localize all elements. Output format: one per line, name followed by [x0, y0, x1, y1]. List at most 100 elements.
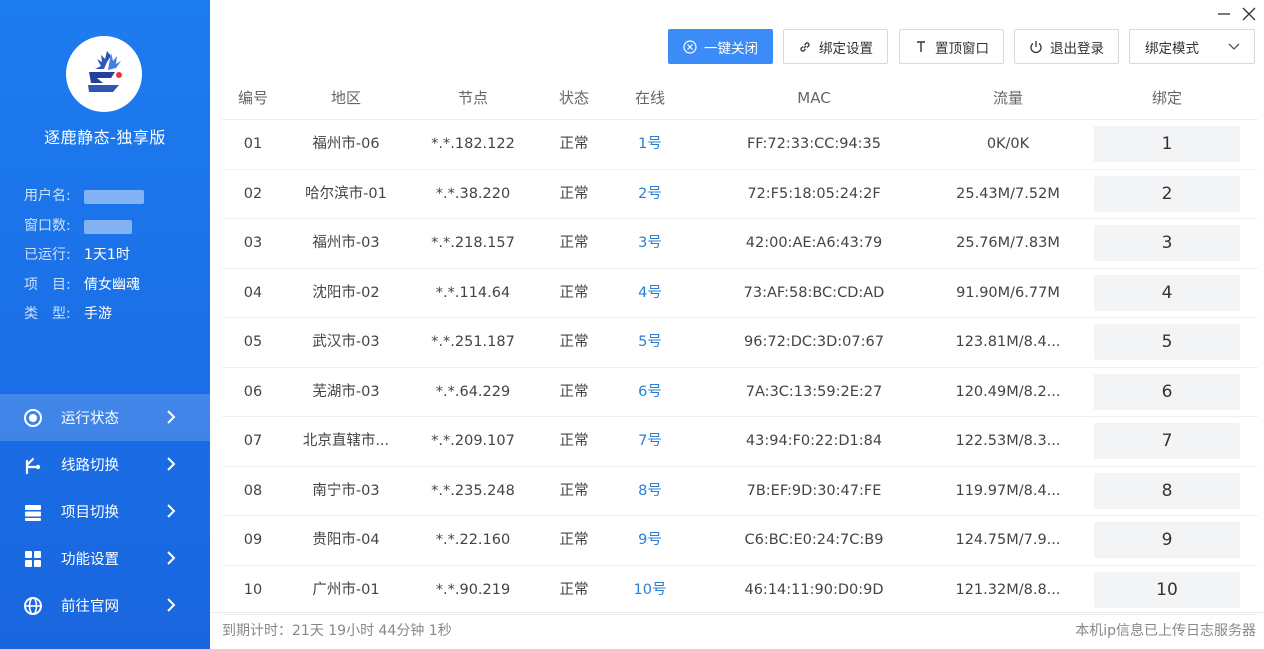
header-id: 编号 [237, 89, 268, 107]
close-circle-icon [683, 39, 697, 54]
cell-traffic: 0K/0K [986, 136, 1030, 152]
cell-online[interactable]: 6号 [610, 368, 690, 417]
header-mac: MAC [797, 89, 831, 107]
cell-online[interactable]: 7号 [610, 417, 690, 466]
bind-input[interactable]: 10 [1094, 571, 1240, 608]
cell-node: *.*.22.160 [435, 532, 511, 548]
bind-input[interactable]: 4 [1094, 274, 1240, 311]
project-value: 倩女幽魂 [84, 276, 140, 293]
header-traffic: 流量 [992, 89, 1023, 107]
cell-traffic: 119.97M/8.4... [955, 482, 1061, 499]
expiry-timer: 到期计时：21天 19小时 44分钟 1秒 [222, 623, 452, 639]
bind-input[interactable]: 6 [1094, 373, 1240, 410]
cell-region: 贵阳市-04 [312, 532, 380, 548]
cell-node: *.*.209.107 [431, 433, 515, 449]
type-value: 手游 [84, 306, 112, 322]
sidebar-item-function-settings[interactable]: 功能设置 [0, 535, 210, 582]
cell-region: 武汉市-03 [312, 334, 380, 350]
link-icon [798, 40, 812, 54]
cell-traffic: 91.90M/6.77M [956, 284, 1060, 301]
cell-region: 广州市-01 [312, 581, 380, 598]
cell-node: *.*.38.220 [435, 185, 511, 202]
cell-region: 沈阳市-02 [312, 284, 380, 301]
cell-online[interactable]: 5号 [610, 318, 690, 367]
sidebar-item-official-site[interactable]: 前往官网 [0, 582, 210, 629]
cell-id: 02 [243, 185, 263, 202]
table-header: 编号 地区 节点 状态 在线 MAC 流量 绑定 [222, 76, 1258, 120]
cell-node: *.*.182.122 [431, 136, 515, 152]
bind-settings-button[interactable]: 绑定设置 [783, 29, 888, 64]
power-icon [1029, 40, 1043, 54]
bind-input[interactable]: 2 [1094, 175, 1240, 212]
table-row[interactable]: 02 哈尔滨市-01 *.*.38.220 正常 2号 72:F5:18:05:24:2F… [222, 170, 1258, 219]
project-row: 项 目: 倩女幽魂 [24, 271, 144, 301]
footer-divider [210, 612, 1264, 613]
chevron-right-icon [160, 500, 182, 522]
cell-online[interactable]: 8号 [610, 467, 690, 516]
bind-input[interactable]: 5 [1094, 324, 1240, 360]
cell-region: 芜湖市-03 [312, 383, 380, 400]
node-table: 编号 地区 节点 状态 在线 MAC 流量 绑定 01 福州市-06 *.*.182… [222, 76, 1258, 615]
header-region: 地区 [330, 89, 361, 107]
table-row[interactable]: 09 贵阳市-04 *.*.22.160 正常 9号 C6:BC:E0:24:7C:B9 1… [222, 516, 1258, 566]
sidebar-item-label: 线路切换 [61, 458, 119, 474]
cell-online[interactable]: 10号 [610, 566, 690, 615]
pin-window-label: 置顶窗口 [935, 40, 989, 57]
cell-status: 正常 [559, 185, 589, 202]
table-row[interactable]: 05 武汉市-03 *.*.251.187 正常 5号 96:72:DC:3D:07:67… [222, 318, 1258, 368]
table-row[interactable]: 04 沈阳市-02 *.*.114.64 正常 4号 73:AF:58:BC:CD:AD 9… [222, 269, 1258, 318]
bind-input[interactable]: 1 [1094, 126, 1240, 162]
table-row[interactable]: 06 芜湖市-03 *.*.64.229 正常 6号 7A:3C:13:59:2E:27 1… [222, 368, 1258, 417]
minimize-button[interactable] [1212, 2, 1236, 26]
cell-online[interactable]: 3号 [610, 219, 690, 268]
table-row[interactable]: 07 北京直辖市... *.*.209.107 正常 7号 43:94:F0:22:D1:… [222, 417, 1258, 467]
cell-online[interactable]: 1号 [610, 120, 690, 169]
table-row[interactable]: 03 福州市-03 *.*.218.157 正常 3号 42:00:AE:A6:43:79… [222, 219, 1258, 269]
header-node: 节点 [457, 89, 488, 107]
cell-traffic: 123.81M/8.4... [955, 334, 1061, 350]
bind-input[interactable]: 8 [1094, 472, 1240, 509]
close-all-button[interactable]: 一键关闭 [668, 29, 773, 64]
cell-id: 01 [243, 136, 263, 152]
cell-traffic: 122.53M/8.3... [955, 433, 1061, 449]
route-icon [22, 454, 44, 476]
window-count-row: 窗口数: [24, 212, 144, 242]
table-row[interactable]: 01 福州市-06 *.*.182.122 正常 1号 FF:72:33:CC:94:35… [222, 120, 1258, 170]
user-row: 用户名: [24, 182, 144, 212]
bind-input[interactable]: 7 [1094, 423, 1240, 459]
cell-status: 正常 [559, 482, 589, 499]
cell-online[interactable]: 9号 [610, 516, 690, 565]
cell-status: 正常 [559, 383, 589, 400]
sidebar-item-run-status[interactable]: 运行状态 [0, 394, 210, 441]
cell-mac: 43:94:F0:22:D1:84 [745, 433, 883, 449]
logout-button[interactable]: 退出登录 [1014, 29, 1119, 64]
status-icon [22, 407, 44, 429]
sidebar-item-project-switch[interactable]: 项目切换 [0, 488, 210, 535]
bind-mode-select[interactable]: 绑定模式 [1129, 29, 1255, 64]
pin-window-button[interactable]: 置顶窗口 [899, 29, 1004, 64]
bind-input[interactable]: 9 [1094, 522, 1240, 558]
cell-region: 福州市-06 [312, 136, 380, 152]
cell-status: 正常 [559, 284, 589, 301]
cell-mac: 7A:3C:13:59:2E:27 [745, 383, 883, 400]
cell-id: 03 [243, 235, 263, 251]
table-row[interactable]: 10 广州市-01 *.*.90.219 正常 10号 46:14:11:90:D0:9D… [222, 566, 1258, 615]
cell-node: *.*.64.229 [435, 383, 511, 400]
cell-online[interactable]: 4号 [610, 269, 690, 318]
cell-traffic: 124.75M/7.9... [955, 532, 1061, 548]
cell-region: 福州市-03 [312, 235, 380, 251]
cell-node: *.*.251.187 [431, 334, 515, 350]
sidebar-item-route-switch[interactable]: 线路切换 [0, 441, 210, 488]
header-bind: 绑定 [1151, 89, 1182, 107]
close-window-button[interactable] [1237, 2, 1261, 26]
cell-id: 09 [243, 532, 263, 548]
bind-input[interactable]: 3 [1094, 225, 1240, 261]
cell-node: *.*.235.248 [431, 482, 515, 499]
cell-online[interactable]: 2号 [610, 170, 690, 219]
table-row[interactable]: 08 南宁市-03 *.*.235.248 正常 8号 7B:EF:9D:30:47:FE… [222, 467, 1258, 516]
chevron-down-icon [1228, 39, 1240, 55]
app-logo [66, 36, 142, 112]
close-all-label: 一键关闭 [704, 40, 758, 57]
project-label: 项 目: [24, 276, 71, 293]
cell-mac: C6:BC:E0:24:7C:B9 [744, 532, 884, 548]
